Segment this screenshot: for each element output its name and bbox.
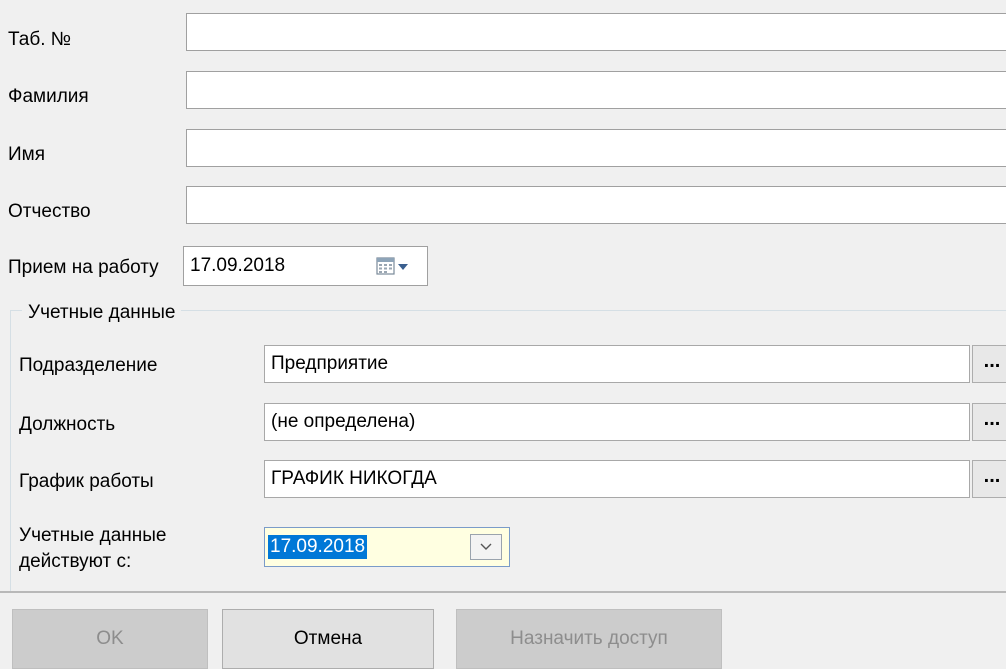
cancel-button[interactable]: Отмена [222, 609, 434, 669]
hire-date-value: 17.09.2018 [190, 255, 286, 276]
schedule-label: График работы [19, 471, 154, 492]
surname-input[interactable] [186, 71, 1006, 109]
hire-date-picker[interactable]: 17.09.2018 [183, 246, 428, 286]
valid-from-date-combo[interactable]: 17.09.2018 [264, 527, 510, 567]
surname-label: Фамилия [8, 86, 89, 107]
patronymic-input[interactable] [186, 186, 1006, 224]
calendar-icon[interactable] [376, 257, 412, 283]
name-input[interactable] [186, 129, 1006, 167]
patronymic-label: Отчество [8, 201, 91, 222]
valid-from-label-line2: действуют с: [19, 551, 132, 572]
department-label: Подразделение [19, 355, 158, 376]
hire-date-label: Прием на работу [8, 257, 159, 278]
account-group-title: Учетные данные [22, 301, 182, 325]
valid-from-date-value: 17.09.2018 [268, 535, 368, 559]
tab-no-label: Таб. № [8, 29, 72, 50]
schedule-field[interactable]: ГРАФИК НИКОГДА [264, 460, 970, 498]
tab-no-input[interactable] [186, 13, 1006, 51]
position-label: Должность [19, 414, 116, 435]
position-browse-button[interactable]: ... [972, 403, 1006, 441]
department-field[interactable]: Предприятие [264, 345, 970, 383]
separator-line [0, 591, 1006, 593]
dropdown-button[interactable] [470, 534, 502, 560]
assign-access-button[interactable]: Назначить доступ [456, 609, 722, 669]
schedule-browse-button[interactable]: ... [972, 460, 1006, 498]
valid-from-label-line1: Учетные данные [19, 525, 167, 546]
position-field[interactable]: (не определена) [264, 403, 970, 441]
ok-button[interactable]: OK [12, 609, 208, 669]
name-label: Имя [8, 144, 46, 165]
chevron-down-icon [480, 543, 492, 550]
department-browse-button[interactable]: ... [972, 345, 1006, 383]
